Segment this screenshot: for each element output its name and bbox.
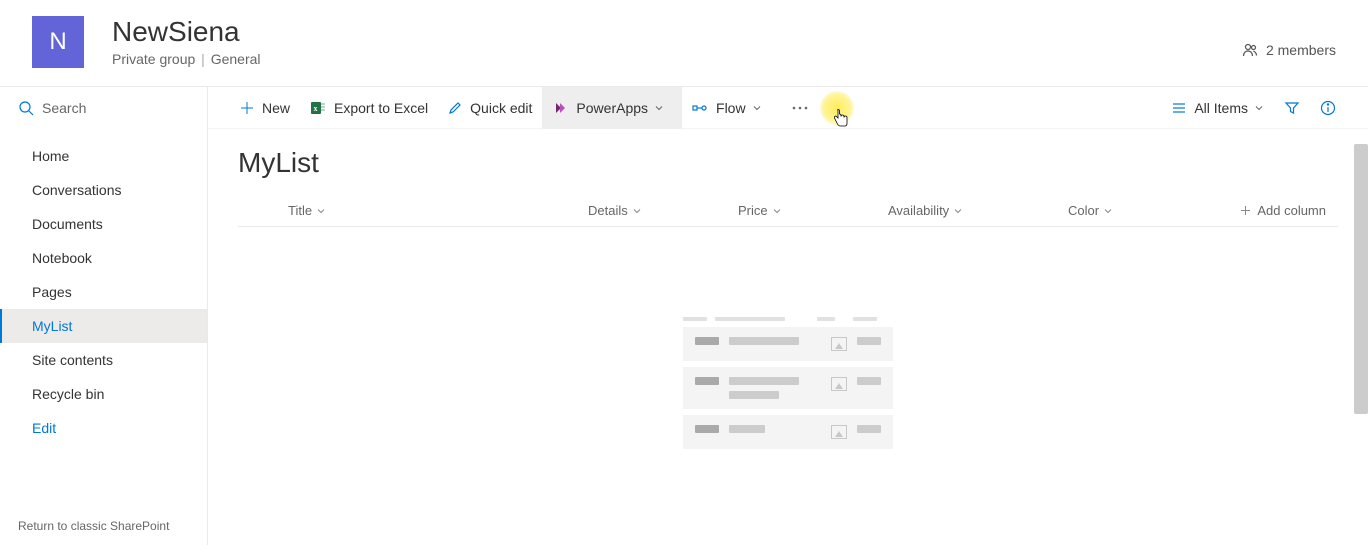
svg-text:x: x — [314, 104, 318, 113]
powerapps-button[interactable]: PowerApps — [542, 87, 682, 129]
chevron-down-icon — [752, 103, 762, 113]
sidebar-item-documents[interactable]: Documents — [0, 207, 207, 241]
site-header: N NewSiena Private group | General 2 mem… — [0, 0, 1368, 87]
new-button[interactable]: New — [230, 87, 300, 129]
excel-icon: x — [310, 100, 326, 116]
view-label: All Items — [1194, 100, 1248, 116]
pencil-icon — [448, 101, 462, 115]
add-column-button[interactable]: Add column — [1200, 203, 1338, 218]
quick-edit-button[interactable]: Quick edit — [438, 87, 542, 129]
sidebar-item-pages[interactable]: Pages — [0, 275, 207, 309]
site-meta: Private group | General — [112, 51, 1242, 67]
chevron-down-icon — [316, 206, 326, 216]
ellipsis-icon — [792, 106, 808, 110]
list-title: MyList — [238, 147, 1338, 179]
chevron-down-icon — [632, 206, 642, 216]
chevron-down-icon — [1103, 206, 1113, 216]
add-column-label: Add column — [1257, 203, 1326, 218]
powerapps-icon — [552, 101, 568, 115]
quick-edit-label: Quick edit — [470, 100, 532, 116]
image-placeholder-icon — [831, 377, 847, 391]
command-bar: New x Export to Excel Quick edit Po — [208, 87, 1368, 129]
nav-list: Home Conversations Documents Notebook Pa… — [0, 129, 207, 507]
list-table: Title Details Price Availability — [238, 203, 1338, 227]
flow-label: Flow — [716, 100, 746, 116]
new-label: New — [262, 100, 290, 116]
column-label: Title — [288, 203, 312, 218]
info-icon — [1320, 100, 1336, 116]
group-type-label: Private group — [112, 51, 195, 67]
view-selector[interactable]: All Items — [1162, 87, 1274, 129]
members-icon — [1242, 42, 1258, 58]
chevron-down-icon — [654, 103, 664, 113]
sidebar-item-recycle-bin[interactable]: Recycle bin — [0, 377, 207, 411]
sidebar-item-mylist[interactable]: MyList — [0, 309, 207, 343]
info-button[interactable] — [1310, 87, 1346, 129]
sidebar-item-site-contents[interactable]: Site contents — [0, 343, 207, 377]
search-input[interactable] — [42, 100, 189, 116]
export-excel-button[interactable]: x Export to Excel — [300, 87, 438, 129]
sidebar: Home Conversations Documents Notebook Pa… — [0, 87, 208, 545]
content-area: New x Export to Excel Quick edit Po — [208, 87, 1368, 545]
chevron-down-icon — [1254, 103, 1264, 113]
column-header-title[interactable]: Title — [280, 203, 580, 218]
plus-icon — [1240, 205, 1251, 216]
export-label: Export to Excel — [334, 100, 428, 116]
column-header-color[interactable]: Color — [1060, 203, 1200, 218]
image-placeholder-icon — [831, 337, 847, 351]
site-info: NewSiena Private group | General — [112, 16, 1242, 67]
category-label: General — [211, 51, 261, 67]
column-header-availability[interactable]: Availability — [880, 203, 1060, 218]
more-actions-button[interactable] — [780, 87, 828, 129]
vertical-scrollbar[interactable] — [1354, 144, 1368, 414]
site-logo[interactable]: N — [32, 16, 84, 68]
site-title[interactable]: NewSiena — [112, 16, 1242, 48]
search-icon — [18, 100, 34, 116]
meta-separator: | — [201, 51, 209, 67]
image-placeholder-icon — [831, 425, 847, 439]
search-box[interactable] — [0, 87, 207, 129]
list-area: MyList Title Details Price — [208, 129, 1368, 545]
column-label: Details — [588, 203, 628, 218]
members-button[interactable]: 2 members — [1242, 42, 1336, 58]
list-view-icon — [1172, 101, 1186, 115]
members-label: 2 members — [1266, 42, 1336, 58]
filter-icon — [1284, 100, 1300, 116]
sidebar-item-notebook[interactable]: Notebook — [0, 241, 207, 275]
column-header-price[interactable]: Price — [730, 203, 880, 218]
column-label: Price — [738, 203, 768, 218]
chevron-down-icon — [772, 206, 782, 216]
main-layout: Home Conversations Documents Notebook Pa… — [0, 87, 1368, 545]
column-header-details[interactable]: Details — [580, 203, 730, 218]
powerapps-label: PowerApps — [576, 100, 648, 116]
flow-button[interactable]: Flow — [682, 87, 780, 129]
plus-icon — [240, 101, 254, 115]
sidebar-item-home[interactable]: Home — [0, 139, 207, 173]
filter-button[interactable] — [1274, 87, 1310, 129]
flow-icon — [692, 101, 708, 115]
column-header-row: Title Details Price Availability — [238, 203, 1338, 227]
column-label: Availability — [888, 203, 949, 218]
empty-state — [238, 317, 1338, 455]
sidebar-item-edit[interactable]: Edit — [0, 411, 207, 445]
chevron-down-icon — [953, 206, 963, 216]
sidebar-item-conversations[interactable]: Conversations — [0, 173, 207, 207]
classic-sharepoint-link[interactable]: Return to classic SharePoint — [0, 507, 207, 545]
column-label: Color — [1068, 203, 1099, 218]
